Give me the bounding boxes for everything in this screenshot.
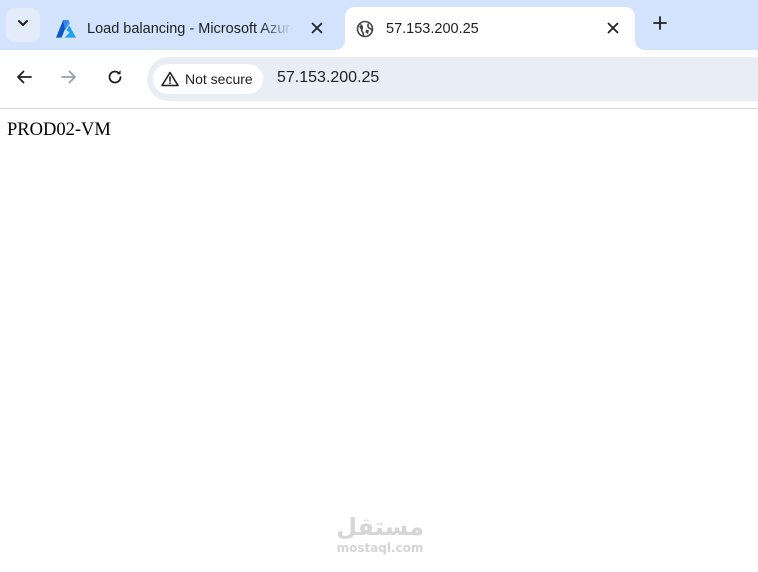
watermark: مستقل mostaql.com — [333, 514, 427, 556]
tab-strip: Load balancing - Microsoft Azure 57.153.… — [0, 0, 758, 50]
url-text[interactable]: 57.153.200.25 — [277, 69, 379, 87]
security-indicator[interactable]: Not secure — [153, 64, 263, 94]
reload-icon — [106, 68, 124, 91]
watermark-arabic: مستقل — [336, 513, 424, 541]
globe-icon — [355, 19, 375, 39]
close-tab-icon[interactable] — [305, 16, 329, 40]
back-arrow-icon — [15, 68, 33, 91]
new-tab-button[interactable] — [646, 11, 674, 39]
azure-logo-icon — [56, 19, 76, 39]
chevron-down-icon — [16, 16, 30, 35]
close-tab-icon[interactable] — [601, 16, 625, 40]
security-label: Not secure — [185, 71, 253, 87]
reload-button[interactable] — [99, 63, 131, 95]
browser-toolbar: Not secure 57.153.200.25 — [0, 50, 758, 108]
tab-active-ip[interactable]: 57.153.200.25 — [335, 7, 645, 50]
address-bar[interactable]: Not secure 57.153.200.25 — [147, 57, 758, 101]
tab-title: 57.153.200.25 — [386, 20, 479, 37]
warning-triangle-icon — [161, 70, 179, 88]
watermark-latin: mostaql.com — [336, 541, 424, 555]
tab-load-balancing[interactable]: Load balancing - Microsoft Azure — [46, 7, 338, 50]
forward-arrow-icon — [60, 68, 78, 91]
back-button[interactable] — [8, 63, 40, 95]
toolbar-divider — [0, 108, 758, 109]
tab-search-button[interactable] — [6, 8, 40, 42]
plus-icon — [652, 15, 668, 36]
forward-button[interactable] — [53, 63, 85, 95]
page-body-text: PROD02-VM — [7, 120, 111, 140]
tab-title: Load balancing - Microsoft Azure — [87, 20, 293, 37]
